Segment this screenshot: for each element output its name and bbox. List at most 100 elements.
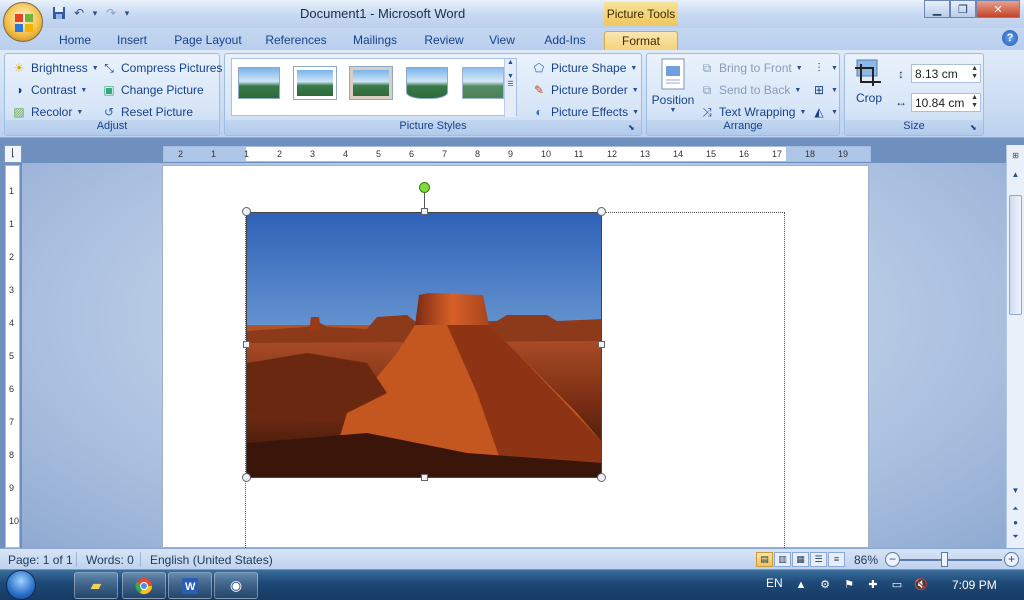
clock[interactable]: 7:09 PM [952, 578, 997, 592]
width-spinner[interactable]: ▲ ▼ [971, 94, 978, 110]
view-ruler-icon[interactable]: ⊞ [1008, 148, 1023, 163]
undo-dropdown-icon[interactable]: ▾ [90, 4, 100, 22]
scroll-up-icon[interactable]: ▲ [1008, 167, 1023, 182]
size-dialog-launcher-icon[interactable]: ⬊ [970, 123, 980, 133]
picture-style-1[interactable] [238, 67, 280, 99]
resize-handle-right[interactable] [598, 341, 605, 348]
word-taskbar-button[interactable]: W [168, 572, 212, 599]
previous-page-icon[interactable]: ⏶ [1008, 501, 1023, 516]
browse-object-icon[interactable]: ● [1008, 515, 1023, 530]
save-icon[interactable] [50, 4, 68, 22]
contrast-button[interactable]: ◑ Contrast ▼ [11, 80, 87, 100]
update-icon[interactable]: ✚ [866, 578, 880, 592]
vertical-scrollbar[interactable]: ⊞ ▲ ▼ ⏶ ● ⏷ [1006, 145, 1024, 548]
tab-insert[interactable]: Insert [108, 31, 156, 50]
zoom-out-icon[interactable]: − [885, 552, 900, 567]
resize-handle-left[interactable] [243, 341, 250, 348]
rotate-button[interactable]: ◭ ▼ [811, 102, 838, 122]
recolor-button[interactable]: ▨ Recolor ▼ [11, 102, 83, 122]
recorder-taskbar-button[interactable]: ◉ [214, 572, 258, 599]
tab-add-ins[interactable]: Add-Ins [534, 31, 596, 50]
help-icon[interactable]: ? [1002, 30, 1018, 46]
gallery-scroll[interactable]: ▲ ▼ ☰ [504, 59, 516, 117]
show-hidden-icons-icon[interactable]: ▲ [794, 578, 808, 592]
page-count[interactable]: Page: 1 of 1 [8, 553, 73, 567]
picture-shape-button[interactable]: ⬠ Picture Shape ▼ [531, 58, 638, 78]
compress-pictures-button[interactable]: ⤡ Compress Pictures [101, 58, 222, 78]
height-field[interactable]: 8.13 cm ▲ ▼ [911, 64, 981, 83]
chrome-icon [135, 577, 153, 594]
zoom-slider-thumb[interactable] [941, 552, 948, 567]
picture-style-4[interactable] [406, 67, 448, 99]
crop-button[interactable]: Crop [849, 58, 889, 114]
width-field[interactable]: 10.84 cm ▲ ▼ [911, 93, 981, 112]
picture-style-3[interactable] [349, 66, 393, 100]
resize-handle-bottom-right[interactable] [597, 473, 606, 482]
send-to-back-button[interactable]: ⧉ Send to Back ▼ [699, 80, 802, 100]
zoom-in-icon[interactable]: + [1004, 552, 1019, 567]
zoom-slider[interactable] [900, 559, 1002, 561]
language-bar[interactable]: EN [766, 576, 783, 590]
resize-handle-top[interactable] [421, 208, 428, 215]
desert-picture[interactable] [246, 212, 602, 478]
brightness-label: Brightness [31, 61, 88, 75]
word-count[interactable]: Words: 0 [86, 553, 134, 567]
resize-handle-top-right[interactable] [597, 207, 606, 216]
resize-handle-bottom-left[interactable] [242, 473, 251, 482]
chrome-taskbar-button[interactable] [122, 572, 166, 599]
office-button[interactable] [3, 2, 43, 42]
reset-picture-button[interactable]: ↺ Reset Picture [101, 102, 193, 122]
dialog-launcher-icon[interactable]: ⬊ [628, 123, 638, 133]
tab-page-layout[interactable]: Page Layout [168, 31, 248, 50]
vertical-ruler[interactable]: 1 1 2 3 4 5 6 7 8 9 10 [5, 165, 20, 548]
start-button[interactable] [4, 570, 38, 600]
height-spinner[interactable]: ▲ ▼ [971, 65, 978, 81]
rotation-handle[interactable] [419, 182, 430, 193]
language-indicator[interactable]: English (United States) [150, 553, 273, 567]
customize-qat-icon[interactable]: ▾ [122, 4, 132, 22]
tab-mailings[interactable]: Mailings [344, 31, 406, 50]
zoom-level[interactable]: 86% [854, 553, 878, 567]
display-icon[interactable]: ▭ [890, 578, 904, 592]
contrast-label: Contrast [31, 83, 77, 97]
minimize-button[interactable]: ▁ [924, 0, 950, 18]
web-layout-button[interactable]: ▦ [792, 552, 809, 567]
tab-selector[interactable]: ⌊ [4, 145, 22, 163]
picture-style-2[interactable] [293, 66, 337, 100]
picture-style-5[interactable] [462, 67, 504, 99]
scroll-down-icon[interactable]: ▼ [1008, 483, 1023, 498]
picture-border-button[interactable]: ✎ Picture Border ▼ [531, 80, 639, 100]
align-button[interactable]: ⫶ ▼ [811, 58, 837, 78]
bring-to-front-button[interactable]: ⧉ Bring to Front ▼ [699, 58, 803, 78]
close-button[interactable]: ✕ [976, 0, 1020, 18]
restore-button[interactable]: ❐ [950, 0, 976, 18]
group-button[interactable]: ⊞ ▼ [811, 80, 838, 100]
redo-icon[interactable]: ↷ [102, 4, 120, 22]
full-screen-reading-button[interactable]: ▥ [774, 552, 791, 567]
resize-handle-top-left[interactable] [242, 207, 251, 216]
scrollbar-thumb[interactable] [1009, 195, 1022, 315]
position-icon [661, 58, 685, 90]
network-icon[interactable]: ⚙ [818, 578, 832, 592]
tab-format[interactable]: Format [604, 31, 678, 50]
explorer-taskbar-button[interactable]: ▰ [74, 572, 118, 599]
horizontal-ruler[interactable]: 2 1 1 2 3 4 5 6 7 8 9 10 11 12 13 14 15 16 17 18 19 [163, 146, 871, 162]
picture-effects-button[interactable]: ◐ Picture Effects ▼ [531, 102, 639, 122]
text-wrapping-button[interactable]: ⤨ Text Wrapping ▼ [699, 102, 806, 122]
tab-review[interactable]: Review [416, 31, 472, 50]
outline-view-button[interactable]: ☰ [810, 552, 827, 567]
position-button[interactable]: Position ▼ [651, 58, 695, 120]
next-page-icon[interactable]: ⏷ [1008, 529, 1023, 544]
tab-references[interactable]: References [258, 31, 334, 50]
tab-view[interactable]: View [482, 31, 522, 50]
tab-home[interactable]: Home [52, 31, 98, 50]
resize-handle-bottom[interactable] [421, 474, 428, 481]
change-picture-button[interactable]: ▣ Change Picture [101, 80, 203, 100]
picture-shape-icon: ⬠ [533, 61, 545, 75]
print-layout-view-button[interactable]: ▤ [756, 552, 773, 567]
volume-muted-icon[interactable]: 🔇 [914, 578, 928, 592]
action-center-icon[interactable]: ⚑ [842, 578, 856, 592]
undo-icon[interactable]: ↶ [70, 4, 88, 22]
brightness-button[interactable]: ☀ Brightness ▼ [11, 58, 99, 78]
draft-view-button[interactable]: ≡ [828, 552, 845, 567]
